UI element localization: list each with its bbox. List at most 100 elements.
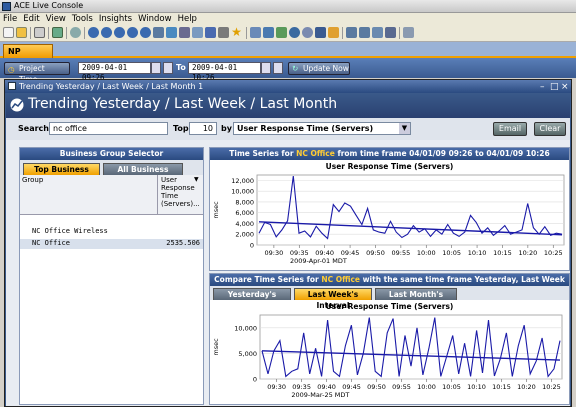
tab-yesterdays-interval[interactable]: Yesterday's Interval	[213, 288, 291, 310]
topology-icon[interactable]	[346, 27, 357, 38]
compare-title-pre: Compare Time Series for	[214, 275, 322, 284]
sort-desc-icon[interactable]: ▼	[194, 176, 199, 183]
table-row[interactable]: NC Office 2535.506	[20, 239, 203, 249]
selector-title: Business Group Selector	[20, 148, 203, 160]
window-title-bar: Trending Yesterday / Last Week / Last Mo…	[5, 80, 571, 93]
start-time-field[interactable]: 2009-04-01 09:26	[78, 62, 151, 82]
clear-button[interactable]: Clear	[534, 122, 566, 136]
user-icon[interactable]	[140, 27, 151, 38]
menu-tools[interactable]: Tools	[69, 13, 96, 25]
start-time-spinner[interactable]	[151, 62, 161, 74]
monitor-icon[interactable]	[166, 27, 177, 38]
app-icon	[2, 2, 11, 11]
layout-icon[interactable]	[372, 27, 383, 38]
header-band: Trending Yesterday / Last Week / Last Mo…	[6, 93, 570, 118]
menu-edit[interactable]: Edit	[20, 13, 42, 25]
trending-window: Trending Yesterday / Last Week / Last Mo…	[4, 79, 572, 407]
clock-icon[interactable]	[70, 27, 81, 38]
menu-file[interactable]: File	[0, 13, 20, 25]
app-title-bar: ACE Live Console	[0, 0, 576, 13]
page-title: Trending Yesterday / Last Week / Last Mo…	[28, 96, 338, 112]
x-tick-label: 10:10	[467, 383, 486, 391]
x-tick-label: 10:00	[417, 249, 436, 257]
print-icon[interactable]	[34, 27, 45, 38]
table-icon[interactable]	[192, 27, 203, 38]
search-input[interactable]: nc office	[49, 122, 168, 135]
project-time-button[interactable]: ◷ Project Time...	[4, 62, 70, 84]
y-tick-label: 8,000	[235, 198, 254, 206]
tab-last-months-interval[interactable]: Last Month's Interval	[375, 288, 457, 310]
window-icon	[8, 82, 16, 90]
alert-icon[interactable]	[328, 27, 339, 38]
app-icon-2[interactable]	[127, 27, 138, 38]
line-chart-icon[interactable]	[276, 27, 287, 38]
email-button[interactable]: Email	[493, 122, 527, 136]
trend-icon[interactable]	[250, 27, 261, 38]
globe-icon[interactable]	[88, 27, 99, 38]
y-axis-label: msec	[212, 338, 220, 356]
tab-top-business-groups[interactable]: Top Business Groups	[23, 163, 100, 185]
end-time-field[interactable]: 2009-04-01 10:26	[188, 62, 261, 82]
bar-chart-icon[interactable]	[263, 27, 274, 38]
column-header-group[interactable]: Group	[22, 176, 43, 184]
compare-title: Compare Time Series for NC Office with t…	[210, 274, 569, 296]
refresh-icon[interactable]	[403, 27, 414, 38]
refresh-icon: ↻	[292, 64, 299, 73]
update-now-button[interactable]: ↻ Update Now	[288, 62, 350, 75]
column-header-metric[interactable]: User Response Time (Servers)...	[161, 176, 200, 208]
y-tick-label: 0	[250, 242, 254, 250]
x-axis-label: 2009-Apr-01 MDT	[290, 257, 347, 265]
open-folder-icon[interactable]	[16, 27, 27, 38]
search-label: Search:	[18, 124, 53, 133]
top-input[interactable]: 10	[189, 122, 217, 135]
x-tick-label: 09:30	[265, 249, 284, 257]
server-icon[interactable]	[114, 27, 125, 38]
update-now-label: Update Now	[303, 64, 349, 73]
new-icon[interactable]	[3, 27, 14, 38]
menu-view[interactable]: View	[43, 13, 69, 25]
pie-icon[interactable]	[289, 27, 300, 38]
time-series-chart: 0 2,000 4,000 6,000 8,000 10,000 12,000 msec 09:…	[212, 174, 565, 265]
by-label: by	[221, 124, 232, 133]
x-axis-label: 2009-Mar-25 MDT	[291, 391, 349, 399]
tab-project[interactable]: NP Project-1	[3, 44, 53, 69]
chart-title: User Response Time (Servers)	[325, 302, 454, 311]
table-row[interactable]: NC Office Wireless	[20, 227, 203, 237]
x-tick-label: 09:40	[315, 249, 334, 257]
dashboard-icon[interactable]	[315, 27, 326, 38]
end-time-spinner[interactable]	[261, 62, 271, 74]
start-calendar-icon[interactable]	[163, 62, 173, 74]
table-header: Group User Response Time (Servers)... ▼	[20, 175, 203, 215]
report-icon[interactable]	[179, 27, 190, 38]
settings-icon[interactable]	[385, 27, 396, 38]
time-series-title-group: NC Office	[296, 149, 335, 158]
selector-tab-row: Top Business Groups All Business Groups	[20, 160, 203, 185]
chevron-down-icon[interactable]: ▼	[399, 123, 410, 134]
window-title: Trending Yesterday / Last Week / Last Mo…	[19, 82, 204, 91]
menu-help[interactable]: Help	[175, 13, 200, 25]
flow-icon[interactable]	[359, 27, 370, 38]
compare-icon[interactable]	[302, 27, 313, 38]
tab-last-weeks-interval[interactable]: Last Week's Interval	[294, 288, 372, 310]
menu-insights[interactable]: Insights	[96, 13, 135, 25]
to-label: To	[176, 63, 186, 72]
x-tick-label: 09:35	[290, 249, 309, 257]
x-tick-label: 09:55	[392, 383, 411, 391]
filter-icon[interactable]	[218, 27, 229, 38]
tab-all-business-groups[interactable]: All Business Groups	[103, 163, 183, 185]
metric-select[interactable]: User Response Time (Servers) ▼	[233, 122, 411, 135]
x-tick-label: 10:15	[493, 249, 512, 257]
x-tick-label: 09:45	[342, 383, 361, 391]
y-tick-label: 10,000	[231, 188, 254, 196]
menu-window[interactable]: Window	[135, 13, 175, 25]
end-calendar-icon[interactable]	[273, 62, 283, 74]
time-series-panel: Time Series for NC Office from time fram…	[209, 147, 570, 271]
network-icon[interactable]	[101, 27, 112, 38]
x-tick-label: 09:40	[317, 383, 336, 391]
y-tick-label: 0	[253, 376, 257, 384]
grid-icon[interactable]	[153, 27, 164, 38]
x-tick-label: 09:50	[366, 249, 385, 257]
edit-icon[interactable]	[52, 27, 63, 38]
chart-icon[interactable]	[205, 27, 216, 38]
star-icon[interactable]: ★	[231, 26, 242, 38]
